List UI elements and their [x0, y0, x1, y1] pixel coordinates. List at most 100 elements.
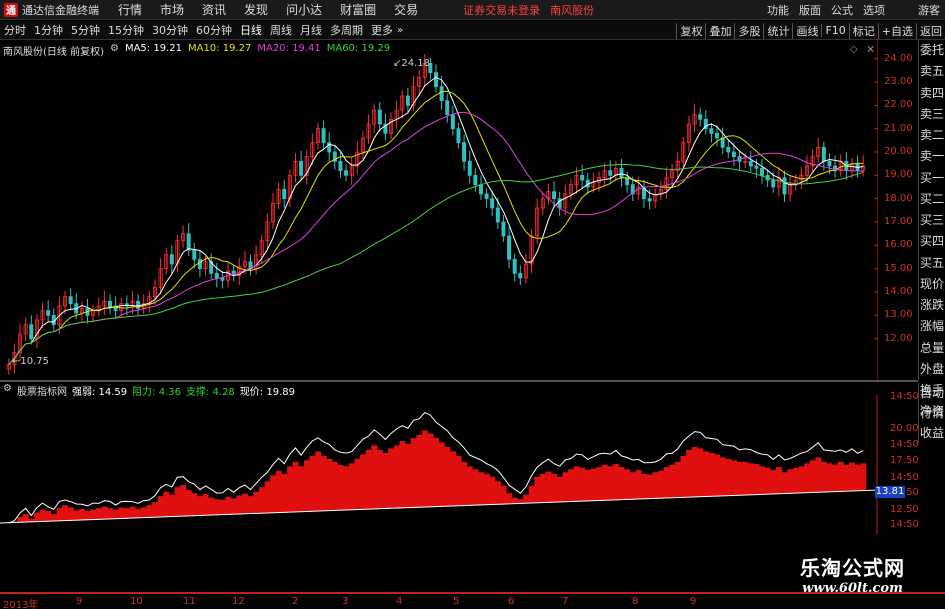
app-logo-icon: 通: [4, 2, 18, 17]
menu-wenxiaoda[interactable]: 问小达: [286, 1, 322, 18]
indicator-bar: [556, 476, 563, 502]
tab-more[interactable]: 更多: [367, 22, 397, 38]
sidebar-hangqing[interactable]: 行情: [919, 403, 945, 423]
tab-30min[interactable]: 30分钟: [148, 22, 192, 38]
date-tick-label: 9: [76, 596, 83, 607]
indicator-bar: [365, 449, 372, 510]
indicator-tick-label: 14:50: [890, 439, 919, 450]
f10-button[interactable]: F10: [821, 24, 848, 37]
add-favorite-button[interactable]: +自选: [877, 22, 916, 39]
menu-zixun[interactable]: 资讯: [202, 1, 226, 18]
candle-body: [214, 272, 219, 279]
indicator-bar: [79, 508, 85, 521]
price-tick-label: 21.00: [884, 122, 913, 134]
indicator-bar: [478, 472, 485, 505]
sidebar-item-12[interactable]: 涨跌: [919, 295, 945, 316]
sidebar-item-15[interactable]: 外盘: [919, 359, 945, 380]
sidebar-item-13[interactable]: 涨幅: [919, 316, 945, 337]
tool-buttons: 复权 叠加 多股 统计 画线 F10 标记 +自选 返回: [676, 21, 945, 40]
huaxian-button[interactable]: 画线: [792, 22, 821, 39]
indicator-bar: [433, 437, 440, 507]
indicator-bar: [129, 506, 136, 519]
tongji-button[interactable]: 统计: [763, 22, 792, 39]
sidebar-item-5[interactable]: 卖一: [919, 146, 945, 167]
indicator-bar: [34, 512, 41, 522]
sidebar-item-0[interactable]: 委托: [919, 40, 945, 61]
indicator-bar: [270, 475, 277, 513]
indicator-bar: [483, 473, 490, 505]
sidebar-item-6[interactable]: 买一: [919, 168, 945, 189]
indicator-bar: [523, 494, 530, 504]
sidebar-item-2[interactable]: 卖四: [919, 83, 945, 104]
tab-60min[interactable]: 60分钟: [192, 22, 236, 38]
candlestick-chart[interactable]: [0, 40, 878, 380]
tab-15min[interactable]: 15分钟: [104, 22, 148, 38]
duogu-button[interactable]: 多股: [734, 22, 763, 39]
fuquan-button[interactable]: 复权: [676, 22, 705, 39]
indicator-bar: [764, 467, 771, 494]
indicator-bar: [506, 493, 513, 504]
sidebar-item-3[interactable]: 卖三: [919, 104, 945, 125]
menu-shichang[interactable]: 市场: [160, 1, 184, 18]
candle-body: [512, 258, 517, 274]
indicator-bar: [702, 451, 709, 497]
menu-youke[interactable]: 游客: [918, 2, 940, 18]
indicator-bar: [646, 474, 653, 499]
menu-gongneng[interactable]: 功能: [767, 2, 789, 18]
indicator-tick-label: 14:50: [890, 391, 919, 402]
candle-body: [107, 300, 112, 307]
sidebar-item-7[interactable]: 买二: [919, 189, 945, 210]
biaoji-button[interactable]: 标记: [848, 22, 878, 39]
sidebar-item-11[interactable]: 现价: [919, 274, 945, 295]
indicator-bar: [405, 443, 412, 508]
diejia-button[interactable]: 叠加: [705, 22, 734, 39]
candle-body: [490, 198, 495, 209]
tab-monthly[interactable]: 月线: [296, 22, 326, 38]
sidebar-item-8[interactable]: 买三: [919, 210, 945, 231]
candle-body: [495, 207, 500, 223]
tab-multi-period[interactable]: 多周期: [326, 22, 367, 38]
price-tick-label: 12.00: [884, 332, 913, 344]
sidebar-auto[interactable]: 自动: [919, 383, 945, 403]
indicator-chart[interactable]: [0, 395, 878, 535]
candle-body: [726, 146, 731, 153]
date-tick-label: 2013年: [3, 600, 39, 609]
watermark-url: www.60lt.com: [802, 581, 903, 596]
indicator-bar: [140, 507, 147, 518]
tab-daily[interactable]: 日线: [236, 22, 266, 38]
indicator-bar: [332, 461, 338, 511]
tab-1min[interactable]: 1分钟: [30, 22, 67, 38]
login-status[interactable]: 证券交易未登录: [463, 2, 540, 18]
price-axis: 24.00 23.00 22.00 21.00 20.00 19.00 18.00 17.00…: [880, 40, 918, 380]
menu-jiaoyi[interactable]: 交易: [394, 1, 418, 18]
candle-body: [405, 95, 410, 106]
tab-weekly[interactable]: 周线: [266, 22, 296, 38]
sidebar-item-10[interactable]: 买五: [919, 253, 945, 274]
price-tick-label: 20.00: [884, 146, 913, 157]
menu-xuanxiang[interactable]: 选项: [863, 2, 885, 18]
sidebar-item-14[interactable]: 总量: [919, 338, 945, 359]
indicator-bar: [860, 463, 867, 491]
menu-banmian[interactable]: 版面: [799, 2, 821, 18]
indicator-bar: [528, 485, 535, 503]
candle-body: [282, 188, 287, 200]
menu-hangqing[interactable]: 行情: [118, 1, 142, 18]
indicator-bar: [725, 458, 732, 496]
price-tick-label: 18.00: [884, 192, 913, 204]
indicator-bar: [242, 493, 248, 514]
menu-faxian[interactable]: 发现: [244, 1, 268, 18]
sidebar-item-1[interactable]: 卖五: [919, 61, 945, 82]
candle-body: [580, 174, 585, 181]
menu-gongshi[interactable]: 公式: [831, 2, 853, 18]
date-tick-label: 7: [562, 596, 569, 607]
indicator-bar: [275, 470, 282, 513]
sidebar-item-4[interactable]: 卖二: [919, 125, 945, 146]
indicator-bar: [781, 472, 788, 494]
back-button[interactable]: 返回: [916, 22, 945, 39]
sidebar-item-9[interactable]: 买四: [919, 231, 945, 252]
indicator-bar: [39, 509, 46, 522]
tab-5min[interactable]: 5分钟: [67, 22, 104, 38]
menu-caifuquan[interactable]: 财富圈: [340, 1, 376, 18]
more-arrow-icon[interactable]: »: [397, 25, 403, 36]
tab-fenshi[interactable]: 分时: [0, 22, 30, 38]
